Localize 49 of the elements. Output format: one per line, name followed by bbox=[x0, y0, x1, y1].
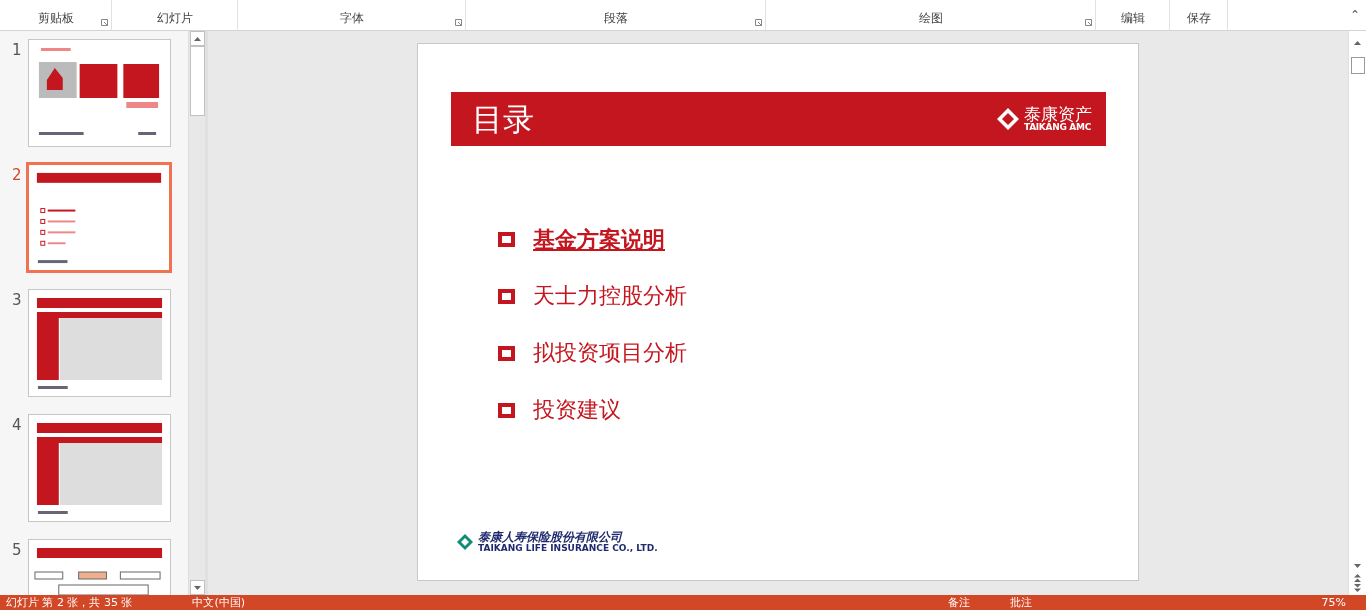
logo-subtitle: TAIKANG AMC bbox=[1024, 123, 1091, 132]
bullet-icon bbox=[498, 402, 515, 418]
slide-count: 幻灯片 第 2 张，共 35 张 bbox=[6, 595, 133, 610]
next-slide-icon[interactable] bbox=[1354, 584, 1361, 592]
dialog-launcher-icon[interactable] bbox=[101, 19, 108, 26]
company-name: 泰康人寿保险股份有限公司 bbox=[478, 530, 623, 545]
previous-slide-icon[interactable] bbox=[1354, 574, 1361, 582]
slide-thumbnail[interactable] bbox=[26, 162, 172, 273]
group-label: 绘图 bbox=[918, 10, 943, 27]
group-label: 字体 bbox=[339, 10, 364, 27]
company-logo-icon bbox=[456, 533, 474, 552]
bullet-icon bbox=[498, 345, 515, 361]
slide-thumbnail[interactable] bbox=[28, 39, 171, 147]
agenda-item[interactable]: 拟投资项目分析 bbox=[533, 338, 687, 368]
slide-thumbnail[interactable] bbox=[28, 289, 171, 397]
zoom-level[interactable]: 75% bbox=[1321, 595, 1346, 610]
group-label: 编辑 bbox=[1120, 10, 1145, 27]
comments-button[interactable]: 批注 bbox=[1009, 595, 1032, 610]
scrollbar-thumb[interactable] bbox=[189, 46, 205, 116]
slide-number: 4 bbox=[11, 415, 23, 436]
slide-title: 目录 bbox=[472, 99, 534, 139]
slide-number: 1 bbox=[11, 40, 23, 61]
logo-icon bbox=[996, 107, 1020, 131]
bullet-icon bbox=[498, 231, 515, 247]
agenda-item[interactable]: 投资建议 bbox=[533, 395, 621, 425]
scroll-up-icon[interactable] bbox=[1354, 41, 1361, 45]
slide-number: 2 bbox=[11, 165, 23, 186]
agenda-item[interactable]: 天士力控股分析 bbox=[533, 281, 687, 311]
slide-thumbnail[interactable] bbox=[28, 414, 171, 522]
logo-name: 泰康资产 bbox=[1024, 106, 1092, 123]
group-label: 剪贴板 bbox=[37, 10, 74, 27]
dialog-launcher-icon[interactable] bbox=[755, 19, 762, 26]
scroll-down-icon[interactable] bbox=[193, 585, 201, 590]
collapse-ribbon-button[interactable]: ⌃ bbox=[1349, 6, 1366, 30]
scrollbar-thumb[interactable] bbox=[1350, 57, 1365, 74]
group-label: 保存 bbox=[1186, 10, 1211, 27]
dialog-launcher-icon[interactable] bbox=[455, 19, 462, 26]
scroll-down-icon[interactable] bbox=[1354, 564, 1361, 568]
agenda-item[interactable]: 基金方案说明 bbox=[533, 224, 665, 254]
scroll-up-icon[interactable] bbox=[193, 36, 201, 41]
dialog-launcher-icon[interactable] bbox=[1085, 19, 1092, 26]
group-label: 段落 bbox=[603, 10, 628, 27]
slide-number: 3 bbox=[11, 290, 23, 311]
language-indicator[interactable]: 中文(中国) bbox=[192, 595, 246, 610]
company-english-name: TAIKANG LIFE INSURANCE CO., LTD. bbox=[478, 544, 658, 554]
bullet-icon bbox=[498, 288, 515, 304]
notes-button[interactable]: 备注 bbox=[947, 595, 970, 610]
group-label: 幻灯片 bbox=[156, 10, 193, 27]
slide-number: 5 bbox=[11, 540, 23, 561]
